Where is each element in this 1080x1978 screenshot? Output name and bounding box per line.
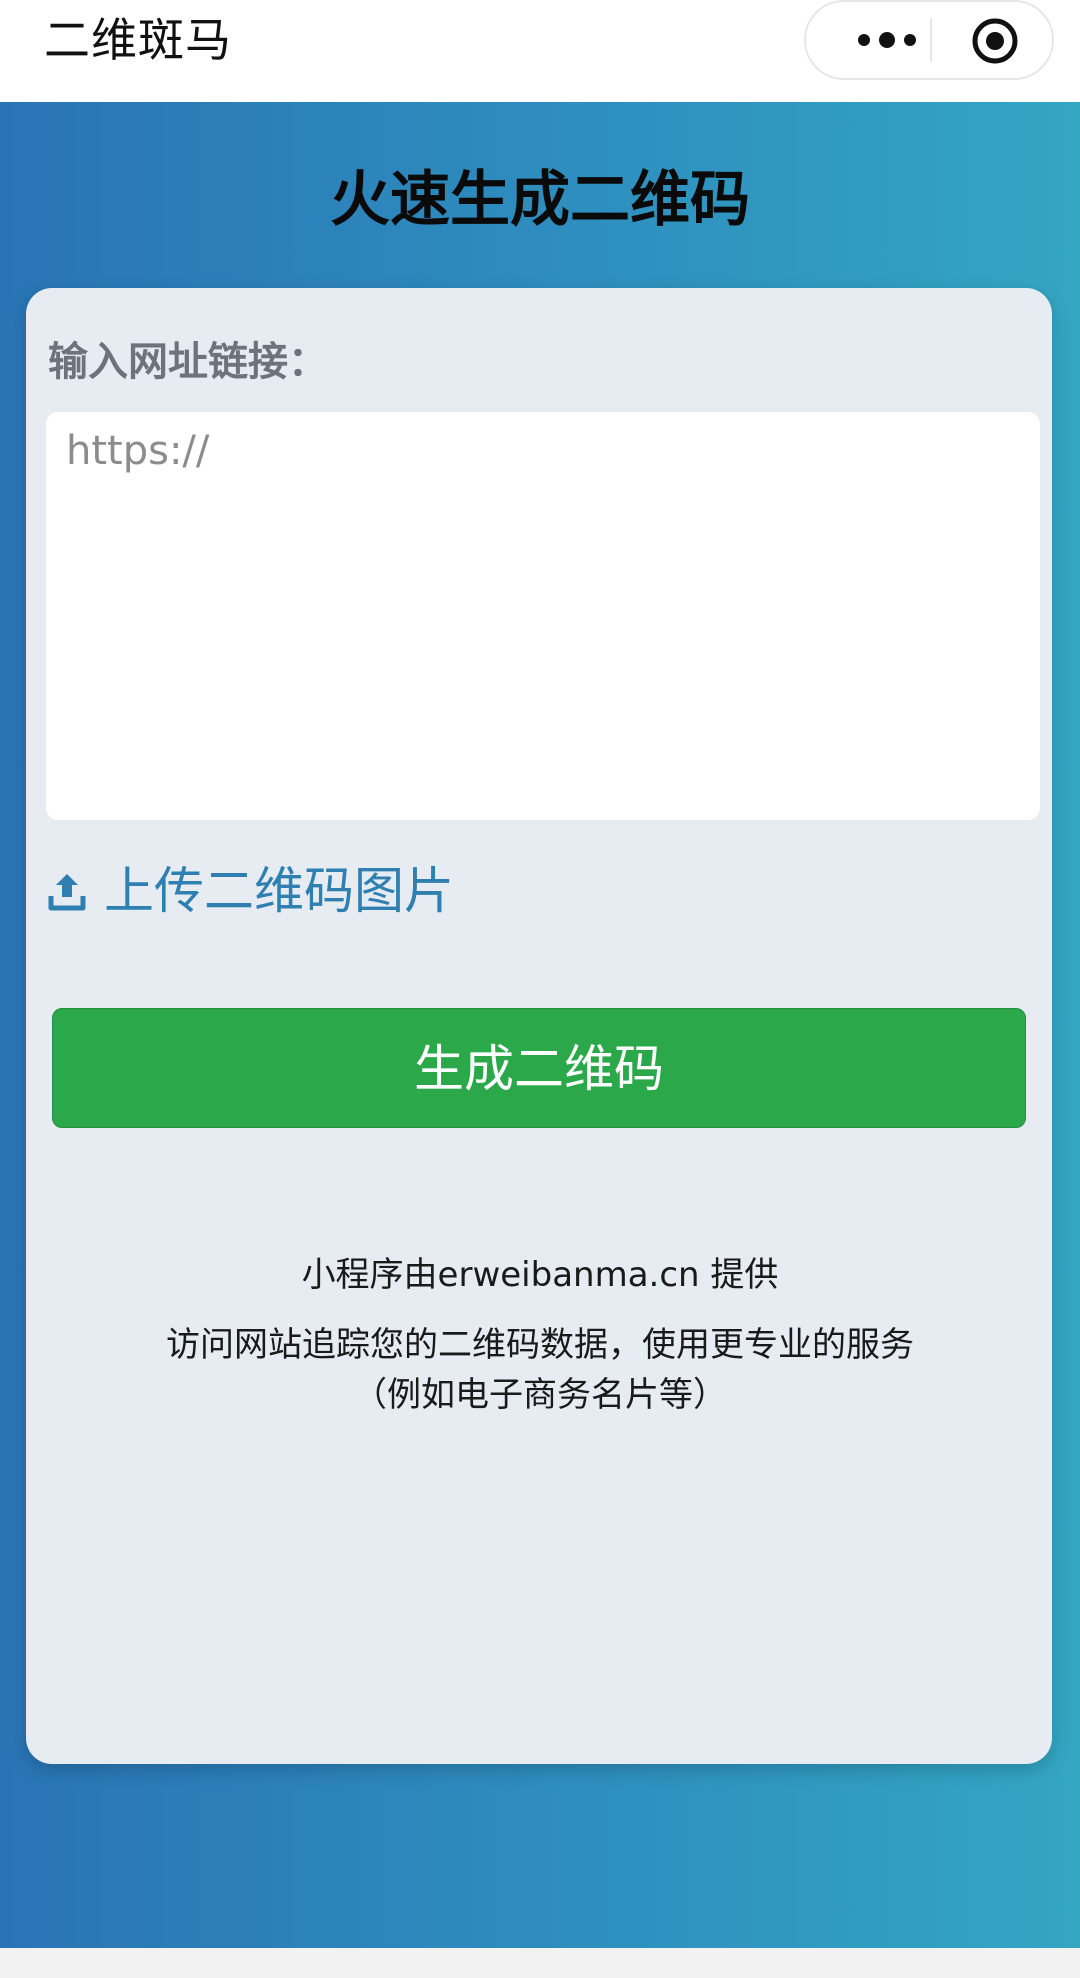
upload-icon bbox=[48, 874, 86, 911]
url-input[interactable] bbox=[46, 412, 1040, 820]
upload-qr-image-link[interactable]: 上传二维码图片 bbox=[48, 856, 454, 926]
page-title: 火速生成二维码 bbox=[330, 165, 750, 235]
provider-text: 小程序由erweibanma.cn 提供 bbox=[301, 1255, 779, 1295]
info-text-line1: 访问网站追踪您的二维码数据，使用更专业的服务 bbox=[166, 1325, 914, 1365]
app-title: 二维斑马 bbox=[44, 13, 232, 67]
more-dots-icon[interactable] bbox=[842, 2, 932, 78]
url-input-label: 输入网址链接： bbox=[48, 339, 328, 385]
upload-link-label: 上传二维码图片 bbox=[104, 862, 454, 920]
capsule-divider bbox=[930, 18, 932, 62]
target-circle-icon[interactable] bbox=[970, 16, 1020, 66]
capsule-menu bbox=[804, 0, 1054, 80]
info-text-line2: （例如电子商务名片等） bbox=[353, 1375, 727, 1415]
generate-qr-button[interactable]: 生成二维码 bbox=[52, 1008, 1026, 1128]
top-navigation-bar: 二维斑马 bbox=[0, 0, 1080, 102]
bottom-strip bbox=[0, 1948, 1080, 1978]
